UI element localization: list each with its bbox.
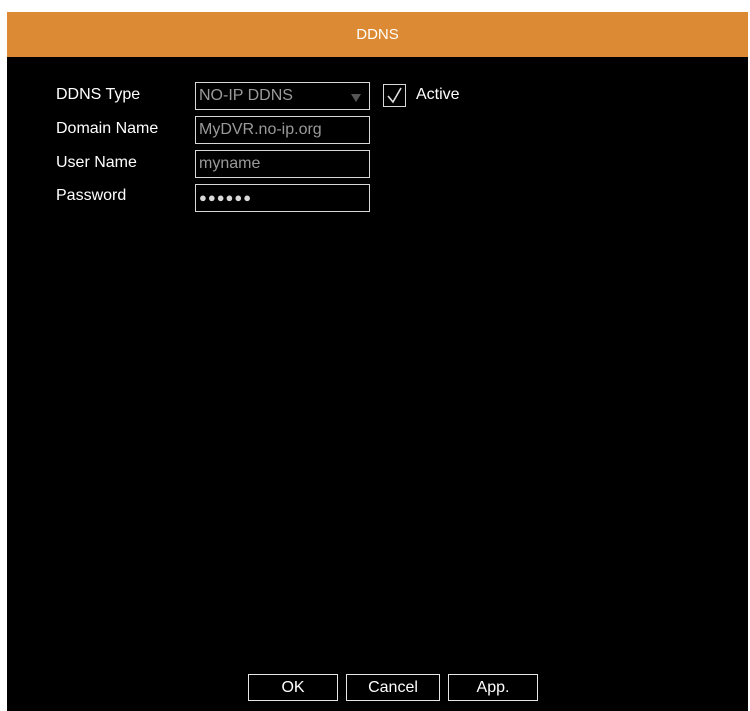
password-input[interactable]: ●●●●●● [195, 184, 370, 212]
ddns-type-select[interactable]: NO-IP DDNS [195, 82, 370, 110]
chevron-down-icon [351, 94, 361, 102]
checkmark-icon [387, 87, 402, 104]
user-name-label: User Name [56, 154, 137, 171]
password-label: Password [56, 187, 127, 204]
ddns-type-label: DDNS Type [56, 86, 141, 103]
domain-name-label: Domain Name [56, 120, 159, 137]
apply-button[interactable]: App. [448, 674, 538, 701]
active-label: Active [416, 86, 460, 103]
cancel-button[interactable]: Cancel [346, 674, 440, 701]
dialog-title: DDNS [7, 12, 748, 57]
active-checkbox[interactable] [383, 84, 406, 107]
ddns-dialog: DDNS DDNS Type NO-IP DDNS Active Domain … [7, 12, 748, 711]
ddns-type-value: NO-IP DDNS [199, 87, 293, 104]
domain-name-input[interactable]: MyDVR.no-ip.org [195, 116, 370, 144]
user-name-input[interactable]: myname [195, 150, 370, 178]
ok-button[interactable]: OK [248, 674, 338, 701]
